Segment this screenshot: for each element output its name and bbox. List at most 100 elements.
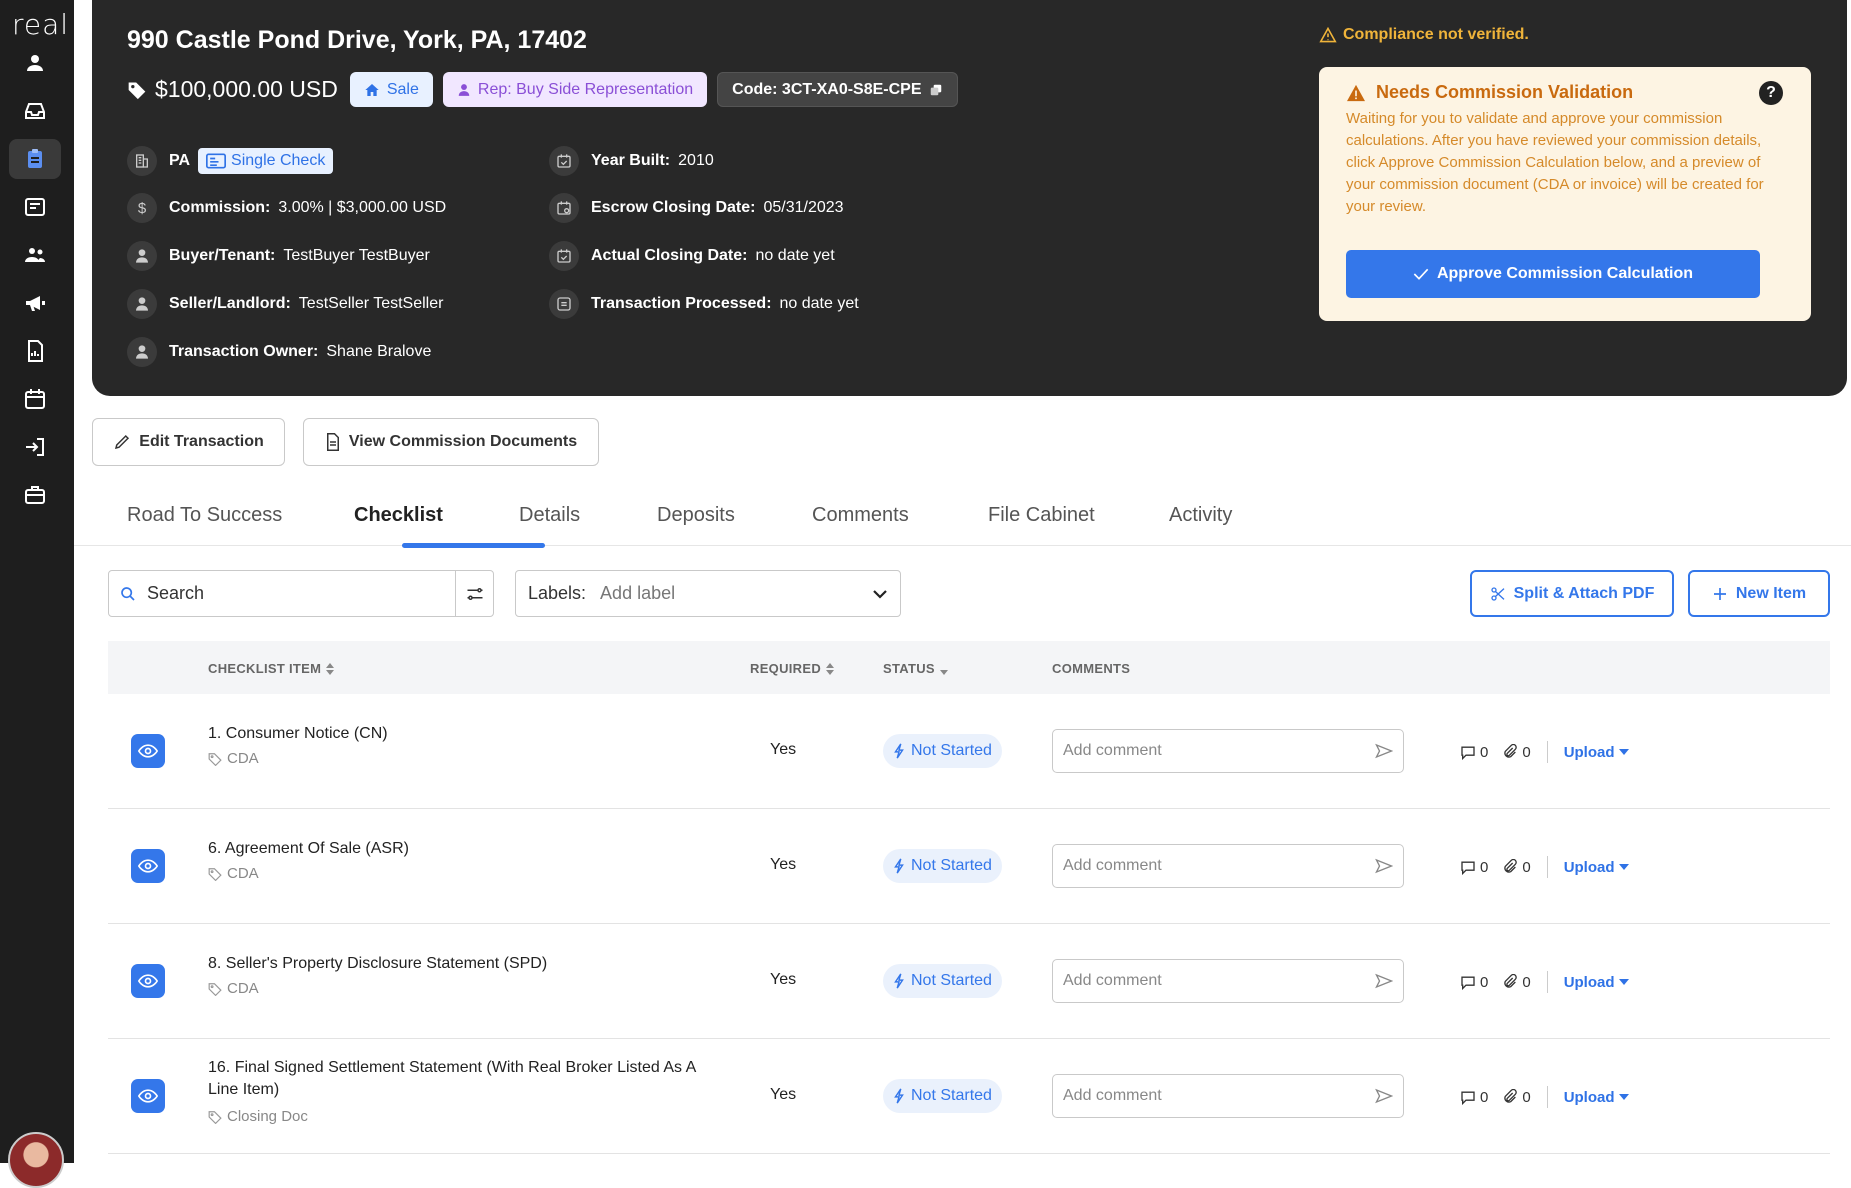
validation-title-text: Needs Commission Validation [1376,82,1634,102]
status-text: Not Started [911,972,992,989]
seller-info: Seller/Landlord: TestSeller TestSeller [127,289,443,319]
status-badge[interactable]: Not Started [883,1079,1002,1113]
send-icon[interactable] [1375,1088,1393,1104]
table-row[interactable]: 8. Seller's Property Disclosure Statemen… [108,924,1830,1039]
transaction-code[interactable]: Code: 3CT-XA0-S8E-CPE [717,72,958,107]
tag-icon [208,982,222,996]
tab-deposits[interactable]: Deposits [657,504,735,527]
comment-input[interactable]: Add comment [1052,959,1404,1003]
sort-down-icon [939,669,948,675]
transactions-icon[interactable] [9,139,61,179]
paperclip-icon [1504,744,1518,758]
header-checklist-item[interactable]: CHECKLIST ITEM [208,661,335,676]
comment-input[interactable]: Add comment [1052,844,1404,888]
table-row[interactable]: 1. Consumer Notice (CN) CDA Yes Not Star… [108,694,1830,809]
item-label: CDA [208,980,259,997]
send-icon[interactable] [1375,973,1393,989]
copy-icon[interactable] [929,83,943,97]
comment-bubble-icon [1461,976,1475,990]
filter-icon[interactable] [455,571,493,616]
comment-placeholder: Add comment [1063,857,1162,874]
rep-label: Rep: Buy Side Representation [477,80,694,98]
status-badge[interactable]: Not Started [883,734,1002,768]
upload-dropdown[interactable]: Upload [1564,1089,1629,1106]
send-icon[interactable] [1375,858,1393,874]
status-badge[interactable]: Not Started [883,849,1002,883]
comment-input[interactable]: Add comment [1052,729,1404,773]
comment-input[interactable]: Add comment [1052,1074,1404,1118]
split-attach-pdf-button[interactable]: Split & Attach PDF [1470,570,1674,617]
megaphone-icon[interactable] [9,283,61,323]
edit-transaction-button[interactable]: Edit Transaction [92,418,285,466]
approve-commission-button[interactable]: Approve Commission Calculation [1346,250,1760,298]
tab-road-to-success[interactable]: Road To Success [127,504,282,527]
year-value: 2010 [678,152,714,169]
inbox-icon[interactable] [9,91,61,131]
required-value: Yes [770,741,797,758]
seller-key: Seller/Landlord: [169,295,291,312]
building-icon [127,146,157,176]
upload-label: Upload [1563,1088,1615,1106]
comment-placeholder: Add comment [1063,972,1162,989]
listings-icon[interactable] [9,187,61,227]
labels-select[interactable]: Labels: Add label [515,570,901,617]
eye-icon[interactable] [131,964,165,998]
tab-comments[interactable]: Comments [812,504,909,527]
calendar-icon[interactable] [9,379,61,419]
buyer-person-icon [127,241,157,271]
chevron-down-icon[interactable] [872,589,888,599]
upload-label: Upload [1563,973,1615,991]
tab-activity[interactable]: Activity [1169,504,1232,527]
header-comments-label: COMMENTS [1052,661,1131,676]
reports-icon[interactable] [9,331,61,371]
view-commission-documents-button[interactable]: View Commission Documents [303,418,599,466]
home-icon [365,83,379,96]
table-row[interactable]: 16. Final Signed Settlement Statement (W… [108,1039,1830,1154]
people-icon[interactable] [9,235,61,275]
attachment-count: 0 [1522,1088,1531,1106]
status-badge[interactable]: Not Started [883,964,1002,998]
search-box[interactable]: Search [108,570,494,617]
briefcase-icon[interactable] [9,475,61,515]
import-icon[interactable] [9,427,61,467]
comment-count: 0 [1480,1088,1489,1106]
tab-checklist[interactable]: Checklist [354,504,443,527]
price-value: $100,000.00 USD [155,76,338,102]
header-status[interactable]: STATUS [883,661,948,676]
header-status-label: STATUS [883,661,935,676]
representation-badge: Rep: Buy Side Representation [442,72,708,107]
lightning-icon [894,743,904,759]
upload-dropdown[interactable]: Upload [1564,859,1629,876]
divider [1546,1086,1548,1108]
state-info: PA Single Check [127,146,334,176]
header-required[interactable]: REQUIRED [750,661,835,676]
new-item-button[interactable]: New Item [1688,570,1830,617]
upload-dropdown[interactable]: Upload [1564,974,1629,991]
status-text: Not Started [911,742,992,759]
seller-value: TestSeller TestSeller [298,295,444,312]
eye-icon[interactable] [131,1079,165,1113]
tab-details[interactable]: Details [519,504,580,527]
user-avatar[interactable] [8,1132,64,1188]
processed-info: Transaction Processed: no date yet [549,289,859,319]
upload-dropdown[interactable]: Upload [1564,744,1629,761]
processed-value: no date yet [779,295,859,312]
required-value: Yes [770,1086,797,1103]
compliance-text: Compliance not verified. [1343,26,1529,43]
item-label: CDA [208,750,259,767]
send-icon[interactable] [1375,743,1393,759]
eye-icon[interactable] [131,849,165,883]
table-row[interactable]: 6. Agreement Of Sale (ASR) CDA Yes Not S… [108,809,1830,924]
tab-file-cabinet[interactable]: File Cabinet [988,504,1095,527]
profile-icon[interactable] [9,43,61,83]
help-icon[interactable]: ? [1759,81,1783,105]
eye-icon[interactable] [131,734,165,768]
year-built-info: Year Built: 2010 [549,146,714,176]
actual-calendar-icon [549,241,579,271]
real-logo[interactable]: real [12,8,69,41]
split-label: Split & Attach PDF [1513,584,1655,602]
validation-title: Needs Commission Validation [1346,82,1633,103]
search-input[interactable]: Search [147,583,455,604]
row-meta: 0 0 Upload [1460,856,1629,878]
escrow-calendar-icon [549,193,579,223]
